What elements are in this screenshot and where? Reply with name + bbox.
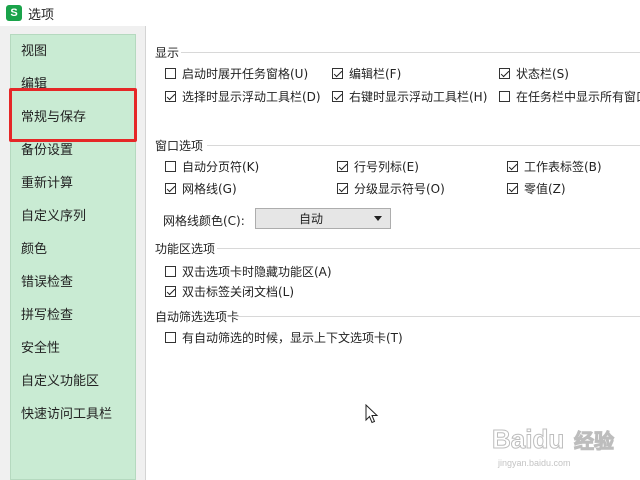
- sidebar-list: 视图 编辑 常规与保存 备份设置 重新计算 自定义序列 颜色 错误检查 拼写检查…: [10, 34, 136, 480]
- option-formula-bar[interactable]: 编辑栏(F): [332, 65, 401, 82]
- ribbon-divider: [217, 248, 640, 249]
- checkbox[interactable]: [499, 68, 510, 79]
- checkbox[interactable]: [165, 286, 176, 297]
- checkbox[interactable]: [165, 332, 176, 343]
- checkbox[interactable]: [337, 183, 348, 194]
- checkbox[interactable]: [337, 161, 348, 172]
- window-options-section-title: 窗口选项: [155, 139, 204, 153]
- checkbox[interactable]: [332, 68, 343, 79]
- option-gridlines[interactable]: 网格线(G): [165, 180, 237, 197]
- option-label: 工作表标签(B): [524, 160, 602, 174]
- sidebar-item-spell-check[interactable]: 拼写检查: [11, 299, 135, 332]
- sidebar-item-edit[interactable]: 编辑: [11, 68, 135, 101]
- sidebar-item-general-save[interactable]: 常规与保存: [11, 101, 135, 134]
- checkbox[interactable]: [507, 183, 518, 194]
- display-section-title: 显示: [155, 46, 180, 60]
- ribbon-section-title: 功能区选项: [155, 242, 216, 256]
- gridline-color-label: 网格线颜色(C):: [163, 214, 245, 228]
- options-panel: 显示 启动时展开任务窗格(U) 编辑栏(F) 状态栏(S) 选择时显示浮动工具栏…: [147, 26, 640, 480]
- sidebar-item-custom-ribbon[interactable]: 自定义功能区: [11, 365, 135, 398]
- gridline-color-value: 自动: [298, 212, 323, 226]
- sidebar-item-custom-list[interactable]: 自定义序列: [11, 200, 135, 233]
- option-sheet-tabs[interactable]: 工作表标签(B): [507, 158, 602, 175]
- checkbox[interactable]: [165, 183, 176, 194]
- checkbox[interactable]: [507, 161, 518, 172]
- option-label: 状态栏(S): [516, 67, 569, 81]
- option-label: 网格线(G): [182, 182, 237, 196]
- option-autofilter-context-tab[interactable]: 有自动筛选的时候，显示上下文选项卡(T): [165, 329, 403, 346]
- option-label: 有自动筛选的时候，显示上下文选项卡(T): [182, 331, 403, 345]
- option-select-floating-toolbar[interactable]: 选择时显示浮动工具栏(D): [165, 88, 321, 105]
- checkbox[interactable]: [499, 91, 510, 102]
- option-label: 启动时展开任务窗格(U): [182, 67, 309, 81]
- title-bar: S 选项: [0, 0, 640, 26]
- option-label: 在任务栏中显示所有窗口: [516, 90, 640, 104]
- option-label: 双击标签关闭文档(L): [182, 285, 295, 299]
- option-row-col-headers[interactable]: 行号列标(E): [337, 158, 419, 175]
- option-page-breaks[interactable]: 自动分页符(K): [165, 158, 259, 175]
- checkbox[interactable]: [165, 161, 176, 172]
- sidebar-item-security[interactable]: 安全性: [11, 332, 135, 365]
- option-label: 双击选项卡时隐藏功能区(A): [182, 265, 332, 279]
- sidebar-item-color[interactable]: 颜色: [11, 233, 135, 266]
- dropdown-arrow-icon[interactable]: [374, 216, 382, 221]
- autofilter-section-title: 自动筛选选项卡: [155, 310, 240, 324]
- option-label: 行号列标(E): [354, 160, 419, 174]
- option-label: 选择时显示浮动工具栏(D): [182, 90, 321, 104]
- option-show-all-windows-taskbar[interactable]: 在任务栏中显示所有窗口: [499, 88, 640, 105]
- option-rightclick-floating-toolbar[interactable]: 右键时显示浮动工具栏(H): [332, 88, 487, 105]
- option-outline-symbols[interactable]: 分级显示符号(O): [337, 180, 445, 197]
- sidebar: 视图 编辑 常规与保存 备份设置 重新计算 自定义序列 颜色 错误检查 拼写检查…: [0, 26, 146, 480]
- autofilter-divider: [231, 316, 640, 317]
- sidebar-item-view[interactable]: 视图: [11, 35, 135, 68]
- checkbox[interactable]: [165, 68, 176, 79]
- checkbox[interactable]: [165, 91, 176, 102]
- window-title: 选项: [28, 7, 55, 23]
- option-label: 右键时显示浮动工具栏(H): [349, 90, 488, 104]
- option-zero-values[interactable]: 零值(Z): [507, 180, 566, 197]
- sidebar-item-quick-access[interactable]: 快速访问工具栏: [11, 398, 135, 431]
- display-divider: [181, 52, 640, 53]
- app-logo-icon: S: [6, 5, 22, 21]
- option-status-bar[interactable]: 状态栏(S): [499, 65, 569, 82]
- option-label: 编辑栏(F): [349, 67, 402, 81]
- gridline-color-select[interactable]: 自动: [255, 208, 391, 229]
- option-label: 零值(Z): [524, 182, 566, 196]
- option-expand-taskpane[interactable]: 启动时展开任务窗格(U): [165, 65, 308, 82]
- mouse-cursor-icon: [365, 404, 379, 424]
- option-dblclick-close-doc[interactable]: 双击标签关闭文档(L): [165, 283, 294, 300]
- option-dblclick-hide-ribbon[interactable]: 双击选项卡时隐藏功能区(A): [165, 263, 332, 280]
- sidebar-item-error-check[interactable]: 错误检查: [11, 266, 135, 299]
- checkbox[interactable]: [332, 91, 343, 102]
- option-label: 分级显示符号(O): [354, 182, 445, 196]
- sidebar-item-recalc[interactable]: 重新计算: [11, 167, 135, 200]
- checkbox[interactable]: [165, 266, 176, 277]
- sidebar-item-backup[interactable]: 备份设置: [11, 134, 135, 167]
- window-options-divider: [207, 145, 640, 146]
- option-label: 自动分页符(K): [182, 160, 260, 174]
